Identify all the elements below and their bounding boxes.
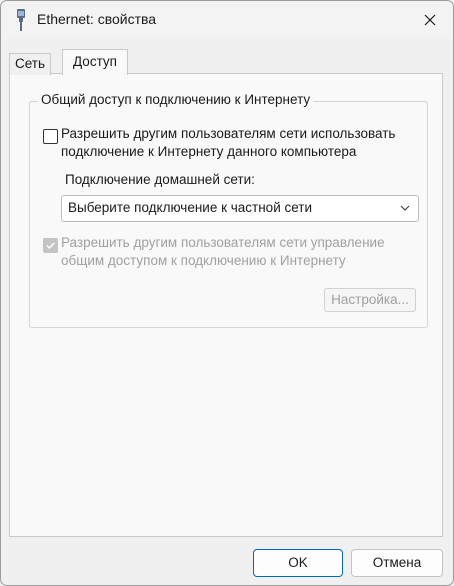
checkmark-icon xyxy=(46,242,55,250)
allow-sharing-label-line2[interactable]: подключение к Интернету данного компьюте… xyxy=(61,143,356,161)
properties-dialog: Ethernet: свойства Общий доступ к подклю… xyxy=(0,0,454,586)
home-network-select[interactable]: Выберите подключение к частной сети xyxy=(61,195,419,222)
allow-control-label-line2: общим доступом к подключению к Интернету xyxy=(61,253,346,268)
settings-button[interactable]: Настройка... xyxy=(324,288,416,312)
close-icon xyxy=(424,14,436,26)
allow-sharing-checkbox[interactable] xyxy=(43,129,58,144)
cancel-button[interactable]: Отмена xyxy=(351,549,443,577)
tab-network[interactable]: Сеть xyxy=(9,53,51,75)
tab-access[interactable]: Доступ xyxy=(62,49,128,75)
tab-panel-access: Общий доступ к подключению к Интернету Р… xyxy=(9,73,443,537)
title-bar: Ethernet: свойства xyxy=(1,1,453,39)
allow-control-checkbox[interactable] xyxy=(43,238,58,253)
chevron-down-icon xyxy=(400,205,410,211)
allow-control-label-line1: Разрешить другим пользователям сети упра… xyxy=(61,235,385,250)
ethernet-icon xyxy=(15,9,27,31)
window-title: Ethernet: свойства xyxy=(37,11,157,27)
close-button[interactable] xyxy=(407,1,453,39)
ics-group-label: Общий доступ к подключению к Интернету xyxy=(38,92,314,107)
home-network-label: Подключение домашней сети: xyxy=(65,172,255,187)
home-network-select-value: Выберите подключение к частной сети xyxy=(68,200,313,215)
ok-button[interactable]: OK xyxy=(253,549,343,577)
allow-sharing-label-line1[interactable]: Разрешить другим пользователям сети испо… xyxy=(61,125,395,143)
